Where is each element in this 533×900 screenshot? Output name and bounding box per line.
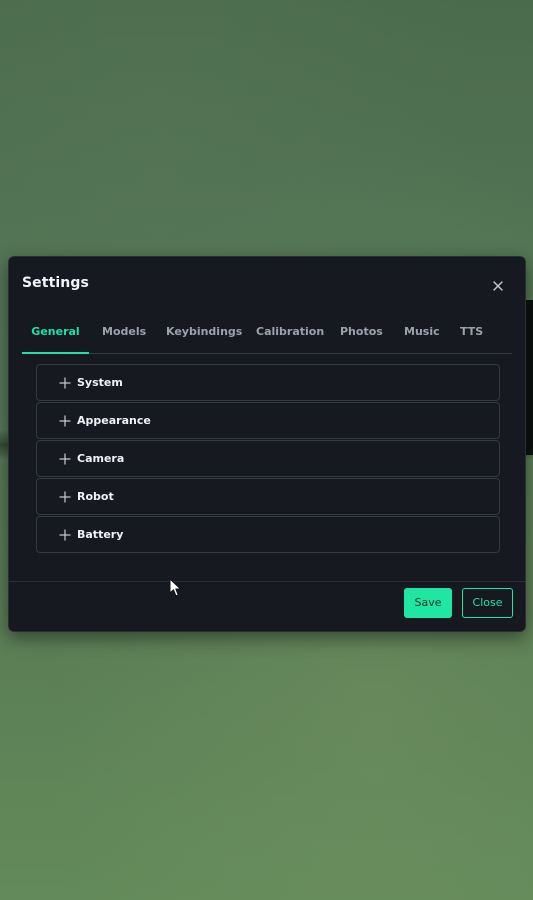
- section-label: Battery: [77, 528, 124, 541]
- tab-keybindings[interactable]: Keybindings: [166, 317, 242, 353]
- plus-icon: [58, 414, 72, 428]
- background-panel-edge: [525, 300, 533, 455]
- dialog-title: Settings: [22, 275, 89, 291]
- section-label: Appearance: [77, 414, 151, 427]
- tab-photos[interactable]: Photos: [340, 317, 383, 353]
- section-label: Camera: [77, 452, 125, 465]
- close-icon[interactable]: [489, 277, 507, 295]
- tab-models[interactable]: Models: [102, 317, 146, 353]
- plus-icon: [58, 452, 72, 466]
- section-camera[interactable]: Camera: [36, 440, 500, 477]
- section-appearance[interactable]: Appearance: [36, 402, 500, 439]
- footer-divider: [9, 581, 525, 582]
- save-button[interactable]: Save: [404, 588, 452, 618]
- tab-calibration[interactable]: Calibration: [256, 317, 324, 353]
- tab-general[interactable]: General: [22, 317, 89, 354]
- plus-icon: [58, 490, 72, 504]
- section-robot[interactable]: Robot: [36, 478, 500, 515]
- section-label: Robot: [77, 490, 114, 503]
- mouse-pointer-icon: [169, 578, 183, 598]
- settings-tabs: General Models Keybindings Calibration P…: [22, 317, 512, 354]
- section-battery[interactable]: Battery: [36, 516, 500, 553]
- section-label: System: [77, 376, 123, 389]
- plus-icon: [58, 528, 72, 542]
- close-button[interactable]: Close: [462, 588, 513, 618]
- tab-music[interactable]: Music: [404, 317, 440, 353]
- plus-icon: [58, 376, 72, 390]
- section-system[interactable]: System: [36, 364, 500, 401]
- settings-dialog: Settings General Models Keybindings Cali…: [8, 256, 526, 632]
- tab-tts[interactable]: TTS: [460, 317, 483, 353]
